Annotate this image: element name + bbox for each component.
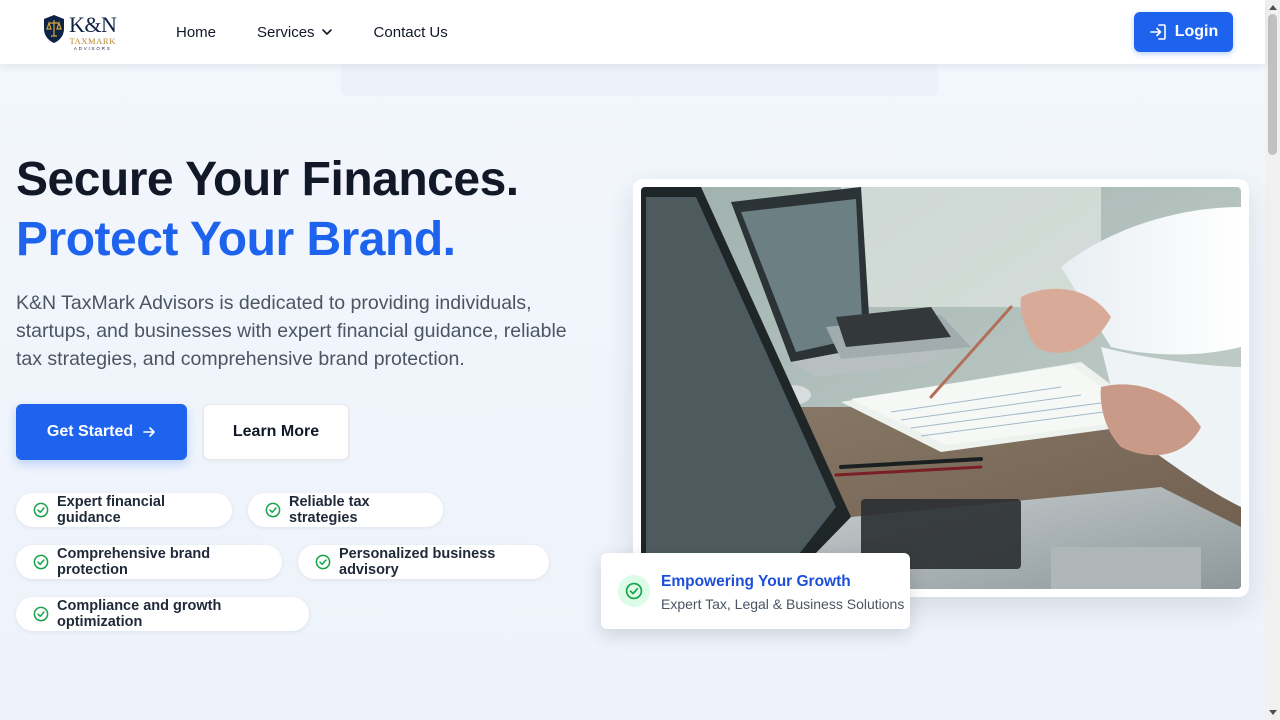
get-started-button[interactable]: Get Started	[16, 404, 187, 460]
headline-line-1: Secure Your Finances.	[16, 153, 519, 206]
hero-headline: Secure Your Finances. Protect Your Brand…	[16, 150, 519, 270]
brand-wordmark: K&N TAXMARK ADVISORS	[69, 12, 117, 51]
brand-logo[interactable]: K&N TAXMARK ADVISORS	[43, 12, 117, 51]
login-icon	[1149, 24, 1166, 40]
badge-title: Empowering Your Growth	[661, 573, 851, 590]
check-circle-icon	[618, 575, 650, 607]
login-button[interactable]: Login	[1134, 12, 1233, 52]
navbar: K&N TAXMARK ADVISORS Home Services Conta…	[0, 0, 1265, 64]
feature-label: Personalized business advisory	[339, 546, 496, 578]
check-circle-icon	[265, 502, 281, 518]
learn-more-button[interactable]: Learn More	[203, 404, 349, 460]
nav-contact[interactable]: Contact Us	[374, 24, 448, 41]
check-circle-icon	[315, 554, 331, 570]
nav-links: Home Services Contact Us	[176, 0, 448, 64]
check-circle-icon	[33, 606, 49, 622]
scroll-down-arrow-icon[interactable]	[1265, 706, 1280, 720]
nav-home[interactable]: Home	[176, 24, 216, 41]
page-scrollbar[interactable]	[1265, 0, 1280, 720]
brand-sub-advisors: ADVISORS	[73, 45, 112, 51]
hero-image-card	[633, 179, 1249, 597]
brand-sub-taxmark: TAXMARK	[69, 36, 116, 46]
laptop-meeting-image	[641, 187, 1241, 589]
feature-label: Compliance and growth optimization	[57, 598, 222, 630]
nav-services-label: Services	[257, 23, 315, 41]
feature-pill: Personalized business advisory	[298, 545, 549, 579]
badge-subtitle: Expert Tax, Legal & Business Solutions	[661, 596, 905, 612]
get-started-label: Get Started	[46, 423, 134, 440]
feature-pill: Compliance and growth optimization	[16, 597, 309, 631]
scales-shield-icon	[44, 15, 64, 43]
check-circle-icon	[33, 554, 49, 570]
arrow-right-icon	[143, 427, 155, 437]
brand-name: K&N	[69, 12, 117, 37]
growth-badge-card: Empowering Your Growth Expert Tax, Legal…	[601, 553, 910, 629]
nav-services[interactable]: Services	[257, 24, 333, 41]
feature-label: Comprehensive brand protection	[57, 546, 211, 578]
chevron-down-icon	[321, 29, 332, 35]
headline-line-2: Protect Your Brand.	[16, 213, 456, 266]
feature-label: Expert financial guidance	[57, 494, 165, 526]
login-label: Login	[1174, 23, 1219, 40]
feature-pill: Comprehensive brand protection	[16, 545, 282, 579]
feature-label: Reliable tax strategies	[289, 494, 370, 526]
feature-pill: Reliable tax strategies	[248, 493, 443, 527]
feature-pill: Expert financial guidance	[16, 493, 232, 527]
hero-description: K&N TaxMark Advisors is dedicated to pro…	[16, 292, 567, 370]
check-circle-icon	[33, 502, 49, 518]
hero-photo	[641, 187, 1241, 589]
scroll-up-arrow-icon[interactable]	[1265, 0, 1280, 14]
scrollbar-thumb[interactable]	[1268, 14, 1277, 155]
